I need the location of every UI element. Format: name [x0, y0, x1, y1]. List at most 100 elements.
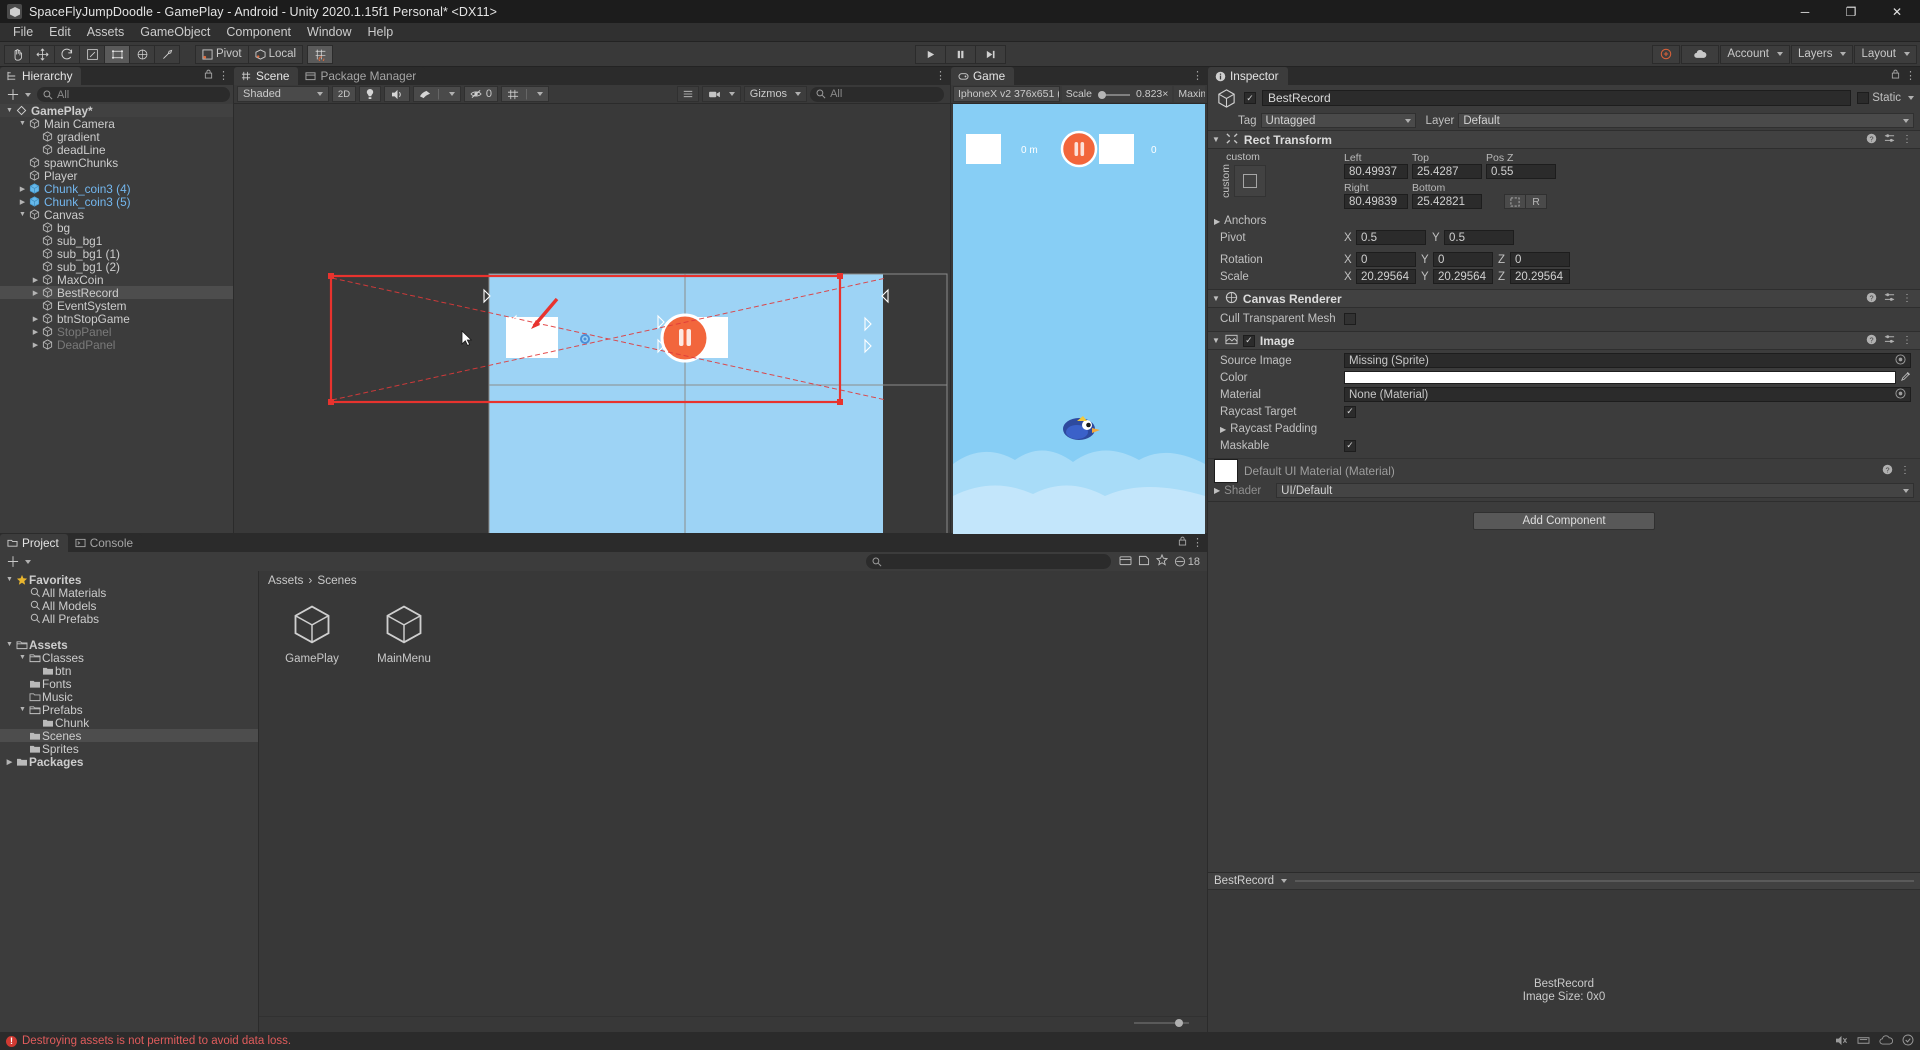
raw-edit-button[interactable]: R [1525, 194, 1547, 209]
menu-assets[interactable]: Assets [79, 23, 133, 42]
help-icon[interactable]: ? [1866, 334, 1877, 348]
foldout-arrow-icon[interactable]: ▼ [17, 120, 28, 127]
object-picker-icon[interactable] [1895, 353, 1906, 368]
project-tree-item-assets[interactable]: ▼ Assets [0, 638, 258, 652]
static-checkbox[interactable] [1857, 92, 1870, 104]
hand-tool-icon[interactable] [4, 44, 30, 64]
tab-project[interactable]: Project [0, 534, 68, 552]
cloud-services-icon[interactable] [1681, 44, 1720, 64]
type-filter-icon[interactable] [1138, 554, 1150, 569]
custom-tool-icon[interactable] [154, 44, 180, 64]
favorites-filter-icon[interactable] [1155, 553, 1168, 569]
game-menu-icon[interactable]: ⋮ [1192, 69, 1203, 82]
preset-icon[interactable] [1884, 334, 1895, 348]
project-tree-item-classes[interactable]: ▼ Classes [0, 651, 258, 665]
collab-status-icon[interactable] [1857, 1034, 1870, 1049]
transform-tool-icon[interactable] [129, 44, 155, 64]
hierarchy-item-eventsystem[interactable]: EventSystem [0, 299, 233, 313]
foldout-arrow-icon[interactable]: ▶ [17, 185, 28, 193]
tab-inspector[interactable]: Inspector [1208, 67, 1288, 85]
notification-icon[interactable] [1902, 1034, 1914, 1049]
scene-visibility-toggle[interactable]: 0 [463, 86, 498, 102]
foldout-arrow-icon[interactable]: ▼ [17, 211, 28, 218]
project-menu-icon[interactable]: ⋮ [1192, 536, 1203, 549]
hierarchy-item-deadline[interactable]: deadLine [0, 143, 233, 157]
scene-camera-dropdown[interactable] [701, 86, 741, 102]
color-swatch-input[interactable] [1344, 371, 1896, 384]
minimize-button[interactable]: ─ [1782, 0, 1828, 23]
audio-toggle-icon[interactable] [384, 86, 410, 102]
foldout-arrow-icon[interactable]: ▶ [30, 289, 41, 297]
asset-item-gameplay[interactable]: GamePlay [277, 602, 347, 665]
aspect-ratio-dropdown[interactable]: IphoneX v2 376x651 (376 [953, 86, 1060, 102]
foldout-arrow-icon[interactable]: ▶ [30, 328, 41, 336]
raycast-padding-foldout[interactable]: ▶ Raycast Padding [1214, 420, 1914, 437]
scale-x-input[interactable]: 20.29564 [1356, 269, 1416, 284]
component-menu-icon[interactable]: ⋮ [1900, 465, 1910, 476]
lock-icon[interactable] [1178, 536, 1187, 549]
play-button[interactable] [915, 44, 946, 64]
foldout-arrow-icon[interactable]: ▶ [17, 198, 28, 206]
tab-game[interactable]: Game [951, 67, 1015, 85]
maskable-checkbox[interactable]: ✓ [1344, 439, 1356, 452]
component-header-rect-transform[interactable]: ▼ Rect Transform ? ⋮ [1208, 130, 1920, 149]
project-tree-item-scenes[interactable]: Scenes [0, 729, 258, 743]
project-tree-item-btn[interactable]: btn [0, 664, 258, 678]
foldout-arrow-icon[interactable]: ▶ [1214, 486, 1220, 495]
foldout-arrow-icon[interactable]: ▼ [1212, 294, 1220, 303]
anchor-preset-widget[interactable] [1234, 164, 1266, 197]
component-menu-icon[interactable]: ⋮ [1902, 134, 1912, 145]
foldout-arrow-icon[interactable]: ▶ [30, 276, 41, 284]
rotation-y-input[interactable]: 0 [1433, 252, 1493, 267]
hierarchy-item-sub-bg1[interactable]: sub_bg1 [0, 234, 233, 248]
hierarchy-item-sub-bg1-1[interactable]: sub_bg1 (1) [0, 247, 233, 261]
pivot-y-input[interactable]: 0.5 [1444, 230, 1514, 245]
hierarchy-item-chunk-coin3-5[interactable]: ▶ Chunk_coin3 (5) [0, 195, 233, 209]
grid-snapping-icon[interactable] [307, 44, 334, 64]
menu-component[interactable]: Component [218, 23, 299, 42]
scene-canvas[interactable] [234, 104, 950, 533]
gameobject-enabled-checkbox[interactable]: ✓ [1244, 92, 1256, 104]
tab-hierarchy[interactable]: Hierarchy [0, 67, 82, 85]
right-input[interactable]: 80.49839 [1344, 194, 1408, 209]
component-header-image[interactable]: ▼ ✓ Image ? ⋮ [1208, 331, 1920, 350]
project-tree-item-packages[interactable]: ▶ Packages [0, 755, 258, 769]
help-icon[interactable]: ? [1866, 292, 1877, 306]
foldout-arrow-icon[interactable]: ▶ [30, 315, 41, 323]
image-enabled-checkbox[interactable]: ✓ [1242, 334, 1255, 347]
create-asset-button[interactable]: ＋ [3, 552, 34, 572]
hierarchy-item-canvas[interactable]: ▼ Canvas [0, 208, 233, 222]
pause-button[interactable] [945, 44, 976, 64]
foldout-arrow-icon[interactable]: ▼ [4, 641, 15, 648]
hierarchy-item-chunk-coin3-4[interactable]: ▶ Chunk_coin3 (4) [0, 182, 233, 196]
project-tree-item-favorites[interactable]: ▼ Favorites [0, 573, 258, 587]
hierarchy-menu-icon[interactable]: ⋮ [218, 69, 229, 82]
rotate-tool-icon[interactable] [54, 44, 80, 64]
foldout-arrow-icon[interactable]: ▼ [4, 107, 15, 114]
project-tree-item-prefabs[interactable]: ▼ Prefabs [0, 703, 258, 717]
tab-console[interactable]: Console [67, 534, 143, 552]
foldout-arrow-icon[interactable]: ▼ [1212, 135, 1220, 144]
preset-icon[interactable] [1884, 292, 1895, 306]
asset-item-mainmenu[interactable]: MainMenu [369, 602, 439, 665]
package-filter-icon[interactable] [1119, 554, 1132, 569]
scale-slider-track[interactable] [1096, 89, 1132, 99]
status-message[interactable]: ! Destroying assets is not permitted to … [6, 1035, 291, 1047]
scene-menu-icon[interactable]: ⋮ [935, 69, 946, 82]
gameobject-name-input[interactable]: BestRecord [1262, 90, 1852, 106]
rotation-x-input[interactable]: 0 [1356, 252, 1416, 267]
hierarchy-item-maxcoin[interactable]: ▶ MaxCoin [0, 273, 233, 287]
cull-transparent-mesh-checkbox[interactable] [1344, 312, 1356, 325]
project-tree-item-chunk[interactable]: Chunk [0, 716, 258, 730]
close-button[interactable]: ✕ [1874, 0, 1920, 23]
cloud-status-icon[interactable] [1879, 1034, 1894, 1049]
preview-object-dropdown[interactable]: BestRecord [1214, 875, 1288, 887]
maximize-on-play-button[interactable]: Maxim [1174, 86, 1205, 102]
2d-toggle-button[interactable]: 2D [332, 86, 356, 102]
menu-window[interactable]: Window [299, 23, 359, 42]
project-tree-item-music[interactable]: Music [0, 690, 258, 704]
tab-package-manager[interactable]: Package Manager [298, 67, 426, 85]
foldout-arrow-icon[interactable]: ▶ [4, 758, 15, 766]
foldout-arrow-icon[interactable]: ▶ [30, 341, 41, 349]
menu-file[interactable]: File [5, 23, 41, 42]
